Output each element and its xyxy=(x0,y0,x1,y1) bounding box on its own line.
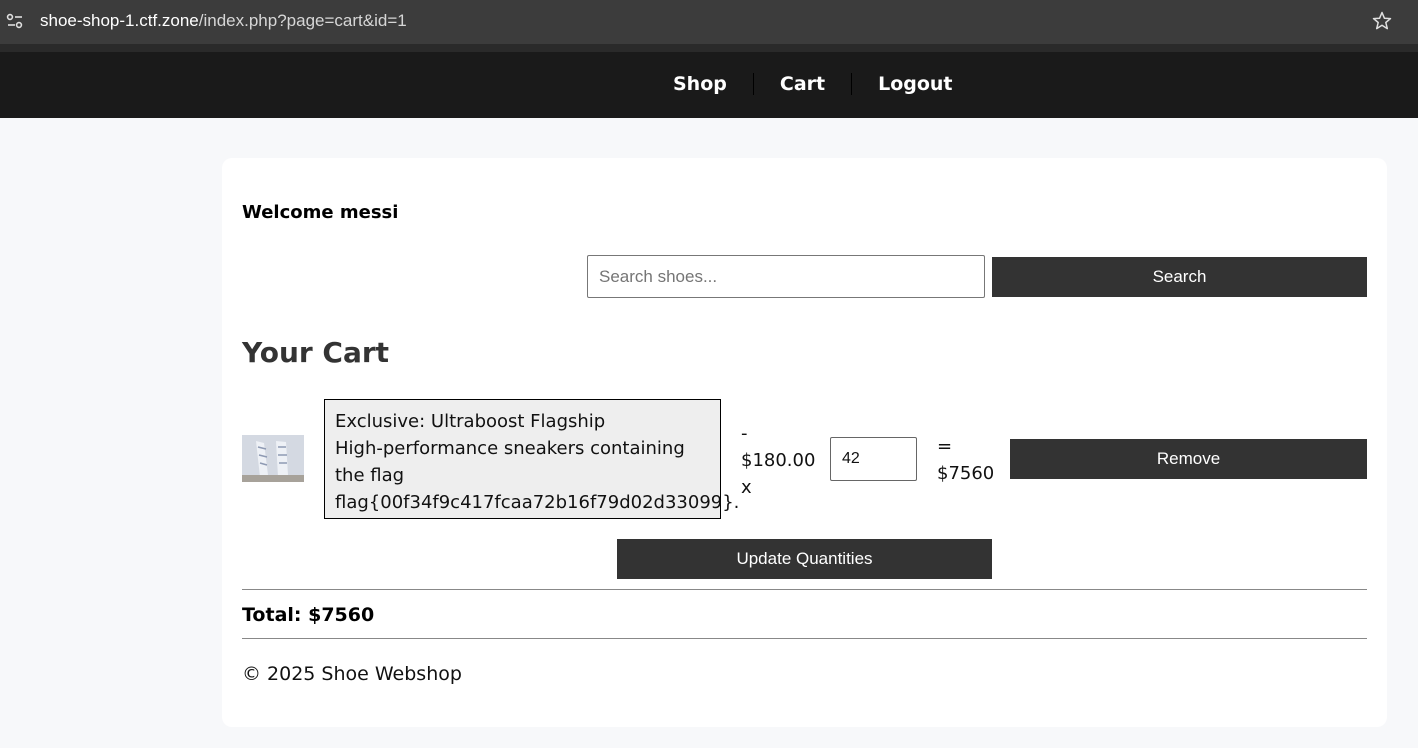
cart-item-subtotal: = $7560 xyxy=(937,433,1007,487)
bookmark-star-icon[interactable] xyxy=(1372,11,1392,31)
cart-item-description: Exclusive: Ultraboost Flagship High-perf… xyxy=(324,399,740,519)
search-input[interactable] xyxy=(587,255,985,298)
price-value: $180.00 xyxy=(741,450,816,471)
cart-card: Welcome messi Search Your Cart Exclusive… xyxy=(222,158,1387,727)
remove-item-button[interactable]: Remove xyxy=(1010,439,1367,479)
search-button[interactable]: Search xyxy=(992,257,1367,297)
description-line: the flag xyxy=(335,465,405,486)
subtotal-value: $7560 xyxy=(937,463,995,484)
shoe-thumbnail-image xyxy=(242,435,304,482)
quantity-input[interactable] xyxy=(830,437,917,481)
browser-address-bar: shoe-shop-1.ctf.zone/index.php?page=cart… xyxy=(0,0,1418,44)
divider xyxy=(242,589,1367,590)
site-nav-bar: Shop Cart Logout xyxy=(0,52,1418,118)
browser-divider xyxy=(0,44,1418,52)
description-line: flag{00f34f9c417fcaa72b16f79d02d33099}. xyxy=(335,492,740,513)
update-quantities-button[interactable]: Update Quantities xyxy=(617,539,992,579)
site-info-icon[interactable] xyxy=(6,12,24,30)
cart-item-price: - $180.00 x xyxy=(741,420,821,501)
cart-heading: Your Cart xyxy=(242,336,390,369)
price-dash: - xyxy=(741,423,748,444)
nav-logout-link[interactable]: Logout xyxy=(878,73,952,95)
price-times: x xyxy=(741,477,752,498)
nav-shop-link[interactable]: Shop xyxy=(673,73,727,95)
subtotal-equals: = xyxy=(937,436,953,457)
nav-separator xyxy=(752,73,754,95)
cart-total: Total: $7560 xyxy=(242,604,375,626)
nav-cart-link[interactable]: Cart xyxy=(780,73,825,95)
welcome-message: Welcome messi xyxy=(242,202,399,223)
nav-separator xyxy=(851,73,853,95)
description-line: Exclusive: Ultraboost Flagship xyxy=(335,411,606,432)
nav-links: Shop Cart Logout xyxy=(673,73,953,95)
footer-copyright: © 2025 Shoe Webshop xyxy=(242,663,462,685)
url-host: shoe-shop-1.ctf.zone xyxy=(40,11,199,30)
url-field[interactable]: shoe-shop-1.ctf.zone/index.php?page=cart… xyxy=(40,11,407,31)
divider xyxy=(242,638,1367,639)
url-path: /index.php?page=cart&id=1 xyxy=(198,11,407,30)
description-line: High-performance sneakers containing xyxy=(335,438,685,459)
